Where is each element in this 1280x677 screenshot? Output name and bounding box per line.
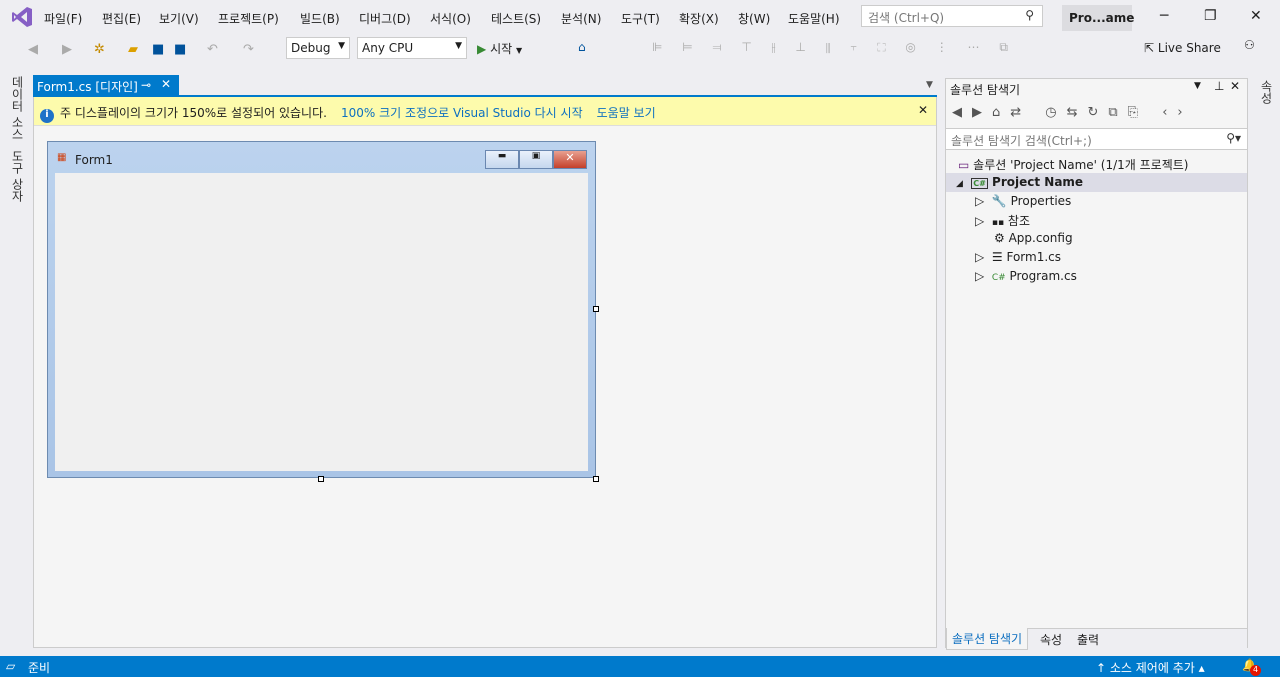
info-icon: i — [40, 109, 54, 123]
menu-view[interactable]: 보기(V) — [159, 10, 199, 27]
solution-search-input[interactable]: 솔루션 탐색기 검색(Ctrl+;) ⚲▾ — [946, 128, 1247, 150]
wrench-icon: 🔧 — [991, 194, 1007, 208]
tab-solution-explorer[interactable]: 솔루션 탐색기 — [946, 628, 1029, 650]
home-icon[interactable]: ⌂ — [578, 40, 586, 54]
menu-project[interactable]: 프로젝트(P) — [218, 10, 279, 27]
undo-icon[interactable]: ↶ — [207, 42, 218, 57]
source-control-button[interactable]: ↑ 소스 제어에 추가 ▴ — [1096, 659, 1205, 676]
menu-analyze[interactable]: 분석(N) — [561, 10, 601, 27]
toolbar: ◀ ▶ ✲ ▰ ■ ■ ↶ ↷ — [0, 36, 1280, 62]
restore-button[interactable]: ❐ — [1204, 8, 1217, 24]
panel-close-icon[interactable]: ✕ — [1230, 79, 1240, 93]
status-bar: ▱ 준비 ↑ 소스 제어에 추가 ▴ 🔔 4 — [0, 656, 1280, 677]
search-icon: ⚲ — [1025, 8, 1034, 22]
collapsed-icon: ▷ — [975, 269, 985, 283]
share-icon: ⇱ — [1144, 41, 1155, 55]
tree-item-references[interactable]: ▷ ▪▪ 참조 — [946, 210, 1247, 229]
panel-menu-icon[interactable]: ▼ — [1194, 81, 1201, 91]
menu-build[interactable]: 빌드(B) — [300, 10, 340, 27]
new-project-icon[interactable]: ✲ — [94, 42, 105, 57]
solution-icon: ▭ — [958, 158, 970, 172]
tab-list-dropdown[interactable]: ▼ — [926, 80, 933, 90]
references-icon: ▪▪ — [991, 218, 1005, 228]
notification-count: 4 — [1250, 665, 1261, 676]
notifications-icon[interactable]: 🔔 4 — [1242, 658, 1261, 676]
properties-rail[interactable]: 속성 — [1258, 80, 1275, 104]
csharp-file-icon: C# — [991, 273, 1006, 283]
panel-pin-icon[interactable]: ⊥ — [1214, 79, 1224, 93]
search-icon: ⚲▾ — [1226, 131, 1241, 145]
form-client-area[interactable] — [55, 173, 588, 471]
menu-help[interactable]: 도움말(H) — [788, 10, 840, 27]
layout-toolbar-icons: ⊫ ⊨ ⫤ ⊤ ⫲ ⊥ ⫴ ⫟ ⛶ ◎ ⋮ ⋯ ⧉ — [652, 40, 1016, 54]
close-button[interactable]: ✕ — [1250, 8, 1262, 24]
start-button[interactable]: ▶ 시작 ▼ — [477, 40, 522, 57]
menu-format[interactable]: 서식(O) — [430, 10, 471, 27]
resize-handle-bottom[interactable] — [318, 476, 324, 482]
minimize-button[interactable]: ─ — [1160, 8, 1168, 24]
tab-close-icon[interactable]: ✕ — [161, 77, 171, 91]
menu-debug[interactable]: 디버그(D) — [359, 10, 411, 27]
tree-item-project[interactable]: ◢ C# Project Name — [946, 173, 1247, 192]
menu-file[interactable]: 파일(F) — [44, 10, 82, 27]
tree-item-solution[interactable]: ▭ 솔루션 'Project Name' (1/1개 프로젝트) — [946, 154, 1247, 173]
solution-toolbar[interactable]: ◀▶⌂⇄ ◷⇆↻⧉⎘ ‹› — [952, 105, 1193, 120]
config-icon: ⚙ — [994, 231, 1005, 245]
configuration-select[interactable]: Debug ▼ — [286, 37, 350, 59]
resize-handle-corner[interactable] — [593, 476, 599, 482]
form1-window[interactable]: ▦ Form1 ▬ ▣ ✕ — [47, 141, 596, 478]
info-close-icon[interactable]: ✕ — [918, 103, 928, 117]
project-name-badge[interactable]: Pro...ame — [1062, 5, 1134, 31]
save-all-icon[interactable]: ■ — [174, 42, 186, 57]
feedback-icon[interactable]: ⚇ — [1244, 38, 1255, 52]
back-icon[interactable]: ◀ — [28, 42, 38, 57]
ready-icon: ▱ — [6, 659, 16, 673]
visual-studio-logo-icon — [12, 7, 32, 27]
play-icon: ▶ — [477, 42, 487, 56]
form-icon: ☰ — [991, 250, 1003, 264]
tab-output[interactable]: 출력 — [1077, 631, 1099, 648]
platform-select[interactable]: Any CPU ▼ — [357, 37, 467, 59]
expanded-icon: ◢ — [956, 179, 963, 189]
menu-bar: 파일(F) 편집(E) 보기(V) 프로젝트(P) 빌드(B) 디버그(D) 서… — [0, 0, 1280, 36]
form-maximize-button: ▣ — [519, 150, 553, 169]
menu-test[interactable]: 테스트(S) — [491, 10, 541, 27]
panel-title: 솔루션 탐색기 — [950, 83, 1021, 97]
tree-item-form1[interactable]: ▷ ☰ Form1.cs — [946, 248, 1247, 267]
collapsed-icon: ▷ — [975, 214, 985, 228]
open-folder-icon[interactable]: ▰ — [128, 42, 138, 57]
redo-icon[interactable]: ↷ — [243, 42, 254, 57]
menu-window[interactable]: 창(W) — [738, 10, 770, 27]
resize-handle-right[interactable] — [593, 306, 599, 312]
restart-link[interactable]: 100% 크기 조정으로 Visual Studio 다시 시작 — [341, 106, 583, 120]
menu-tools[interactable]: 도구(T) — [621, 10, 660, 27]
tab-form1-design[interactable]: Form1.cs [디자인] ⊸ ✕ — [33, 75, 179, 96]
solution-explorer-panel: 솔루션 탐색기 ▼ ⊥ ✕ ◀▶⌂⇄ ◷⇆↻⧉⎘ ‹› 솔루션 탐색기 검색(C… — [945, 78, 1248, 650]
collapsed-icon: ▷ — [975, 250, 985, 264]
panel-tabs: 솔루션 탐색기 속성 출력 — [946, 628, 1247, 650]
forward-icon[interactable]: ▶ — [62, 42, 72, 57]
menu-extensions[interactable]: 확장(X) — [679, 10, 719, 27]
collapsed-icon: ▷ — [975, 194, 985, 208]
toolbox-rail[interactable]: 도구 상자 — [9, 150, 26, 202]
tree-item-program[interactable]: ▷ C# Program.cs — [946, 267, 1247, 286]
form-minimize-button: ▬ — [485, 150, 519, 169]
tab-properties[interactable]: 속성 — [1040, 631, 1062, 648]
status-ready: 준비 — [28, 661, 51, 675]
info-bar: i주 디스플레이의 크기가 150%로 설정되어 있습니다. 100% 크기 조정… — [34, 97, 936, 126]
tree-item-app-config[interactable]: ⚙ App.config — [946, 229, 1247, 248]
form-icon: ▦ — [57, 152, 67, 163]
form-close-button: ✕ — [553, 150, 587, 169]
help-link[interactable]: 도움말 보기 — [597, 106, 656, 120]
form-title: Form1 — [75, 153, 113, 167]
live-share-button[interactable]: ⇱ Live Share — [1144, 41, 1221, 55]
save-icon[interactable]: ■ — [152, 42, 164, 57]
csharp-project-icon: C# — [971, 178, 988, 189]
data-sources-rail[interactable]: 데이터 소스 — [9, 76, 26, 140]
pin-icon[interactable]: ⊸ — [141, 78, 151, 92]
menu-edit[interactable]: 편집(E) — [102, 10, 141, 27]
search-input[interactable]: 검색 (Ctrl+Q) ⚲ — [861, 5, 1043, 27]
tree-item-properties[interactable]: ▷ 🔧 Properties — [946, 192, 1247, 211]
